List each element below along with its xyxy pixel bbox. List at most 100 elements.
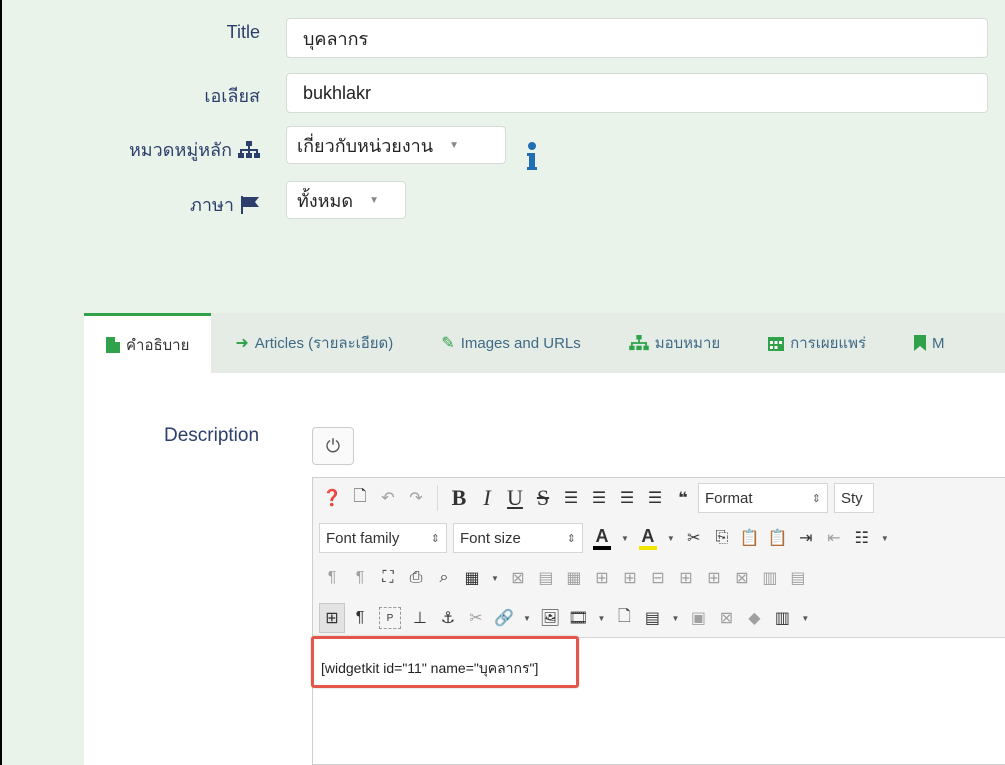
select-arrows-icon: ⇕ (811, 492, 821, 505)
indent-icon[interactable]: ⇥ (793, 523, 819, 553)
insert-col-after-icon[interactable]: ⊞ (701, 563, 727, 593)
media-icon[interactable]: 🎞 (565, 603, 591, 633)
paste-text-icon[interactable]: 📋 (765, 523, 791, 553)
delete-table-icon[interactable]: ⊠ (505, 563, 531, 593)
cell-props-icon[interactable]: ▦ (561, 563, 587, 593)
page-frame: Title บุคลากร เอเลียส bukhlakr หมวดหมู่ห… (0, 0, 1005, 765)
editor-toolbar: ❓ 🗋 ↶ ↷ B I U S ☰ ☰ ☰ ☰ ❝ Format ⇕ Sty Fo… (313, 478, 1005, 638)
select-caret-icon: ▼ (369, 194, 379, 206)
columns-icon[interactable]: ▥ (769, 603, 795, 633)
insert-row-before-icon[interactable]: ⊞ (589, 563, 615, 593)
toolbar-row: ⊞ ¶ P ⊥ ⚓ ✂ 🔗 ▼ 🖼 🎞 ▼ 🗋 ▤ ▼ ▣ ⊠ ◆ ▥ ▼ (313, 598, 1005, 638)
dropdown-caret-icon[interactable]: ▼ (523, 614, 531, 623)
toggle-editor-button[interactable]: ⏻ (312, 427, 354, 465)
editor-content[interactable]: [widgetkit id="11" name="บุคลากร"] (311, 636, 579, 688)
table-icon[interactable]: ▦ (459, 563, 485, 593)
paragraph-icon[interactable]: P (379, 607, 401, 629)
title-input[interactable]: บุคลากร (286, 18, 988, 58)
rich-text-editor[interactable]: ❓ 🗋 ↶ ↷ B I U S ☰ ☰ ☰ ☰ ❝ Format ⇕ Sty Fo… (311, 477, 1005, 765)
callout-highlight (311, 636, 579, 688)
show-blocks-icon[interactable]: ¶ (347, 603, 373, 633)
info-icon[interactable] (526, 141, 538, 173)
delete-row-icon[interactable]: ⊟ (645, 563, 671, 593)
merge-cells-icon[interactable]: ▤ (785, 563, 811, 593)
language-select[interactable]: ทั้งหมด ▼ (286, 181, 406, 219)
tab-articles[interactable]: ➜ Articles (รายละเอียด) (211, 313, 417, 373)
category-select[interactable]: เกี่ยวกับหน่วยงาน ▼ (286, 126, 506, 164)
sitemap-icon (238, 140, 260, 158)
tab-more[interactable]: M (890, 313, 969, 373)
cut-icon[interactable]: ✂ (681, 523, 707, 553)
strikethrough-icon[interactable]: S (530, 483, 556, 513)
underline-icon[interactable]: U (502, 483, 528, 513)
tab-description[interactable]: คำอธิบาย (84, 313, 212, 373)
description-label: Description (164, 425, 260, 446)
dropdown-caret-icon[interactable]: ▼ (491, 574, 499, 583)
help-icon[interactable]: ❓ (319, 483, 345, 513)
undo-icon[interactable]: ↶ (375, 483, 401, 513)
align-justify-icon[interactable]: ☰ (558, 483, 584, 513)
delete-col-icon[interactable]: ⊠ (729, 563, 755, 593)
category-label: หมวดหมู่หลัก (129, 135, 260, 164)
insert-row-after-icon[interactable]: ⊞ (617, 563, 643, 593)
dropdown-caret-icon[interactable]: ▼ (621, 534, 629, 543)
power-icon: ⏻ (325, 435, 341, 456)
align-center-icon[interactable]: ☰ (586, 483, 612, 513)
select-arrows-icon: ⇕ (566, 532, 576, 545)
new-document-icon[interactable]: 🗋 (347, 483, 373, 513)
align-left-icon[interactable]: ☰ (614, 483, 640, 513)
remove-format-icon[interactable]: ⊠ (713, 603, 739, 633)
alias-label: เอเลียส (204, 86, 260, 106)
italic-icon[interactable]: I (474, 483, 500, 513)
toolbar-row: ¶ ¶ ⛶ ⎙ ⌕ ▦ ▼ ⊠ ▤ ▦ ⊞ ⊞ ⊟ ⊞ ⊞ ⊠ ▥ ▤ (313, 558, 1005, 598)
print-icon[interactable]: ⎙ (403, 563, 429, 593)
align-right-icon[interactable]: ☰ (642, 483, 668, 513)
search-icon[interactable]: ⌕ (431, 563, 457, 593)
ltr-icon[interactable]: ¶ (319, 563, 345, 593)
page-icon[interactable]: 🗋 (611, 603, 637, 633)
outdent-icon[interactable]: ⇤ (821, 523, 847, 553)
fullscreen-icon[interactable]: ⛶ (375, 563, 401, 593)
toolbar-row: ❓ 🗋 ↶ ↷ B I U S ☰ ☰ ☰ ☰ ❝ Format ⇕ Sty (313, 478, 1005, 518)
image-gallery-icon[interactable]: ▣ (685, 603, 711, 633)
font-size-select[interactable]: Font size ⇕ (453, 523, 583, 553)
blockquote-icon[interactable]: ❝ (670, 483, 696, 513)
template-icon[interactable]: ▤ (639, 603, 665, 633)
pencil-icon: ✎ (441, 335, 455, 352)
text-color-icon[interactable]: A (589, 523, 615, 553)
paste-icon[interactable]: 📋 (737, 523, 763, 553)
dropdown-caret-icon[interactable]: ▼ (598, 614, 606, 623)
dropdown-caret-icon[interactable]: ▼ (671, 614, 679, 623)
copy-icon[interactable]: ⎘ (709, 523, 735, 553)
sitemap-icon (628, 335, 649, 351)
alias-input[interactable]: bukhlakr (286, 73, 988, 113)
table-props-icon[interactable]: ▤ (533, 563, 559, 593)
bookmark-icon (914, 335, 927, 351)
tab-assignment[interactable]: มอบหมาย (605, 313, 744, 373)
tab-images-urls[interactable]: ✎ Images and URLs (417, 313, 604, 373)
font-family-select[interactable]: Font family ⇕ (319, 523, 447, 553)
bold-icon[interactable]: B (446, 483, 472, 513)
bullet-list-icon[interactable]: ☷ (849, 523, 875, 553)
styles-select[interactable]: Sty (834, 483, 874, 513)
file-icon (106, 336, 120, 353)
insert-col-before-icon[interactable]: ⊞ (673, 563, 699, 593)
tab-publishing[interactable]: การเผยแพร่ (744, 313, 890, 373)
image-icon[interactable]: 🖼 (537, 603, 563, 633)
format-select[interactable]: Format ⇕ (698, 483, 828, 513)
anchor-icon[interactable]: ⚓ (435, 603, 461, 633)
insert-anchor-icon[interactable]: ⊥ (407, 603, 433, 633)
dropdown-caret-icon[interactable]: ▼ (667, 534, 675, 543)
highlight-color-icon[interactable]: A (635, 523, 661, 553)
link-icon[interactable]: 🔗 (491, 603, 517, 633)
rtl-icon[interactable]: ¶ (347, 563, 373, 593)
redo-icon[interactable]: ↷ (403, 483, 429, 513)
split-cells-icon[interactable]: ▥ (757, 563, 783, 593)
unlink-icon[interactable]: ✂ (463, 603, 489, 633)
title-label: Title (226, 22, 260, 42)
3d-box-icon[interactable]: ◆ (741, 603, 767, 633)
dropdown-caret-icon[interactable]: ▼ (801, 614, 809, 623)
select-arrows-icon: ⇕ (430, 532, 440, 545)
dropdown-caret-icon[interactable]: ▼ (881, 534, 889, 543)
visual-aid-icon[interactable]: ⊞ (319, 603, 345, 633)
